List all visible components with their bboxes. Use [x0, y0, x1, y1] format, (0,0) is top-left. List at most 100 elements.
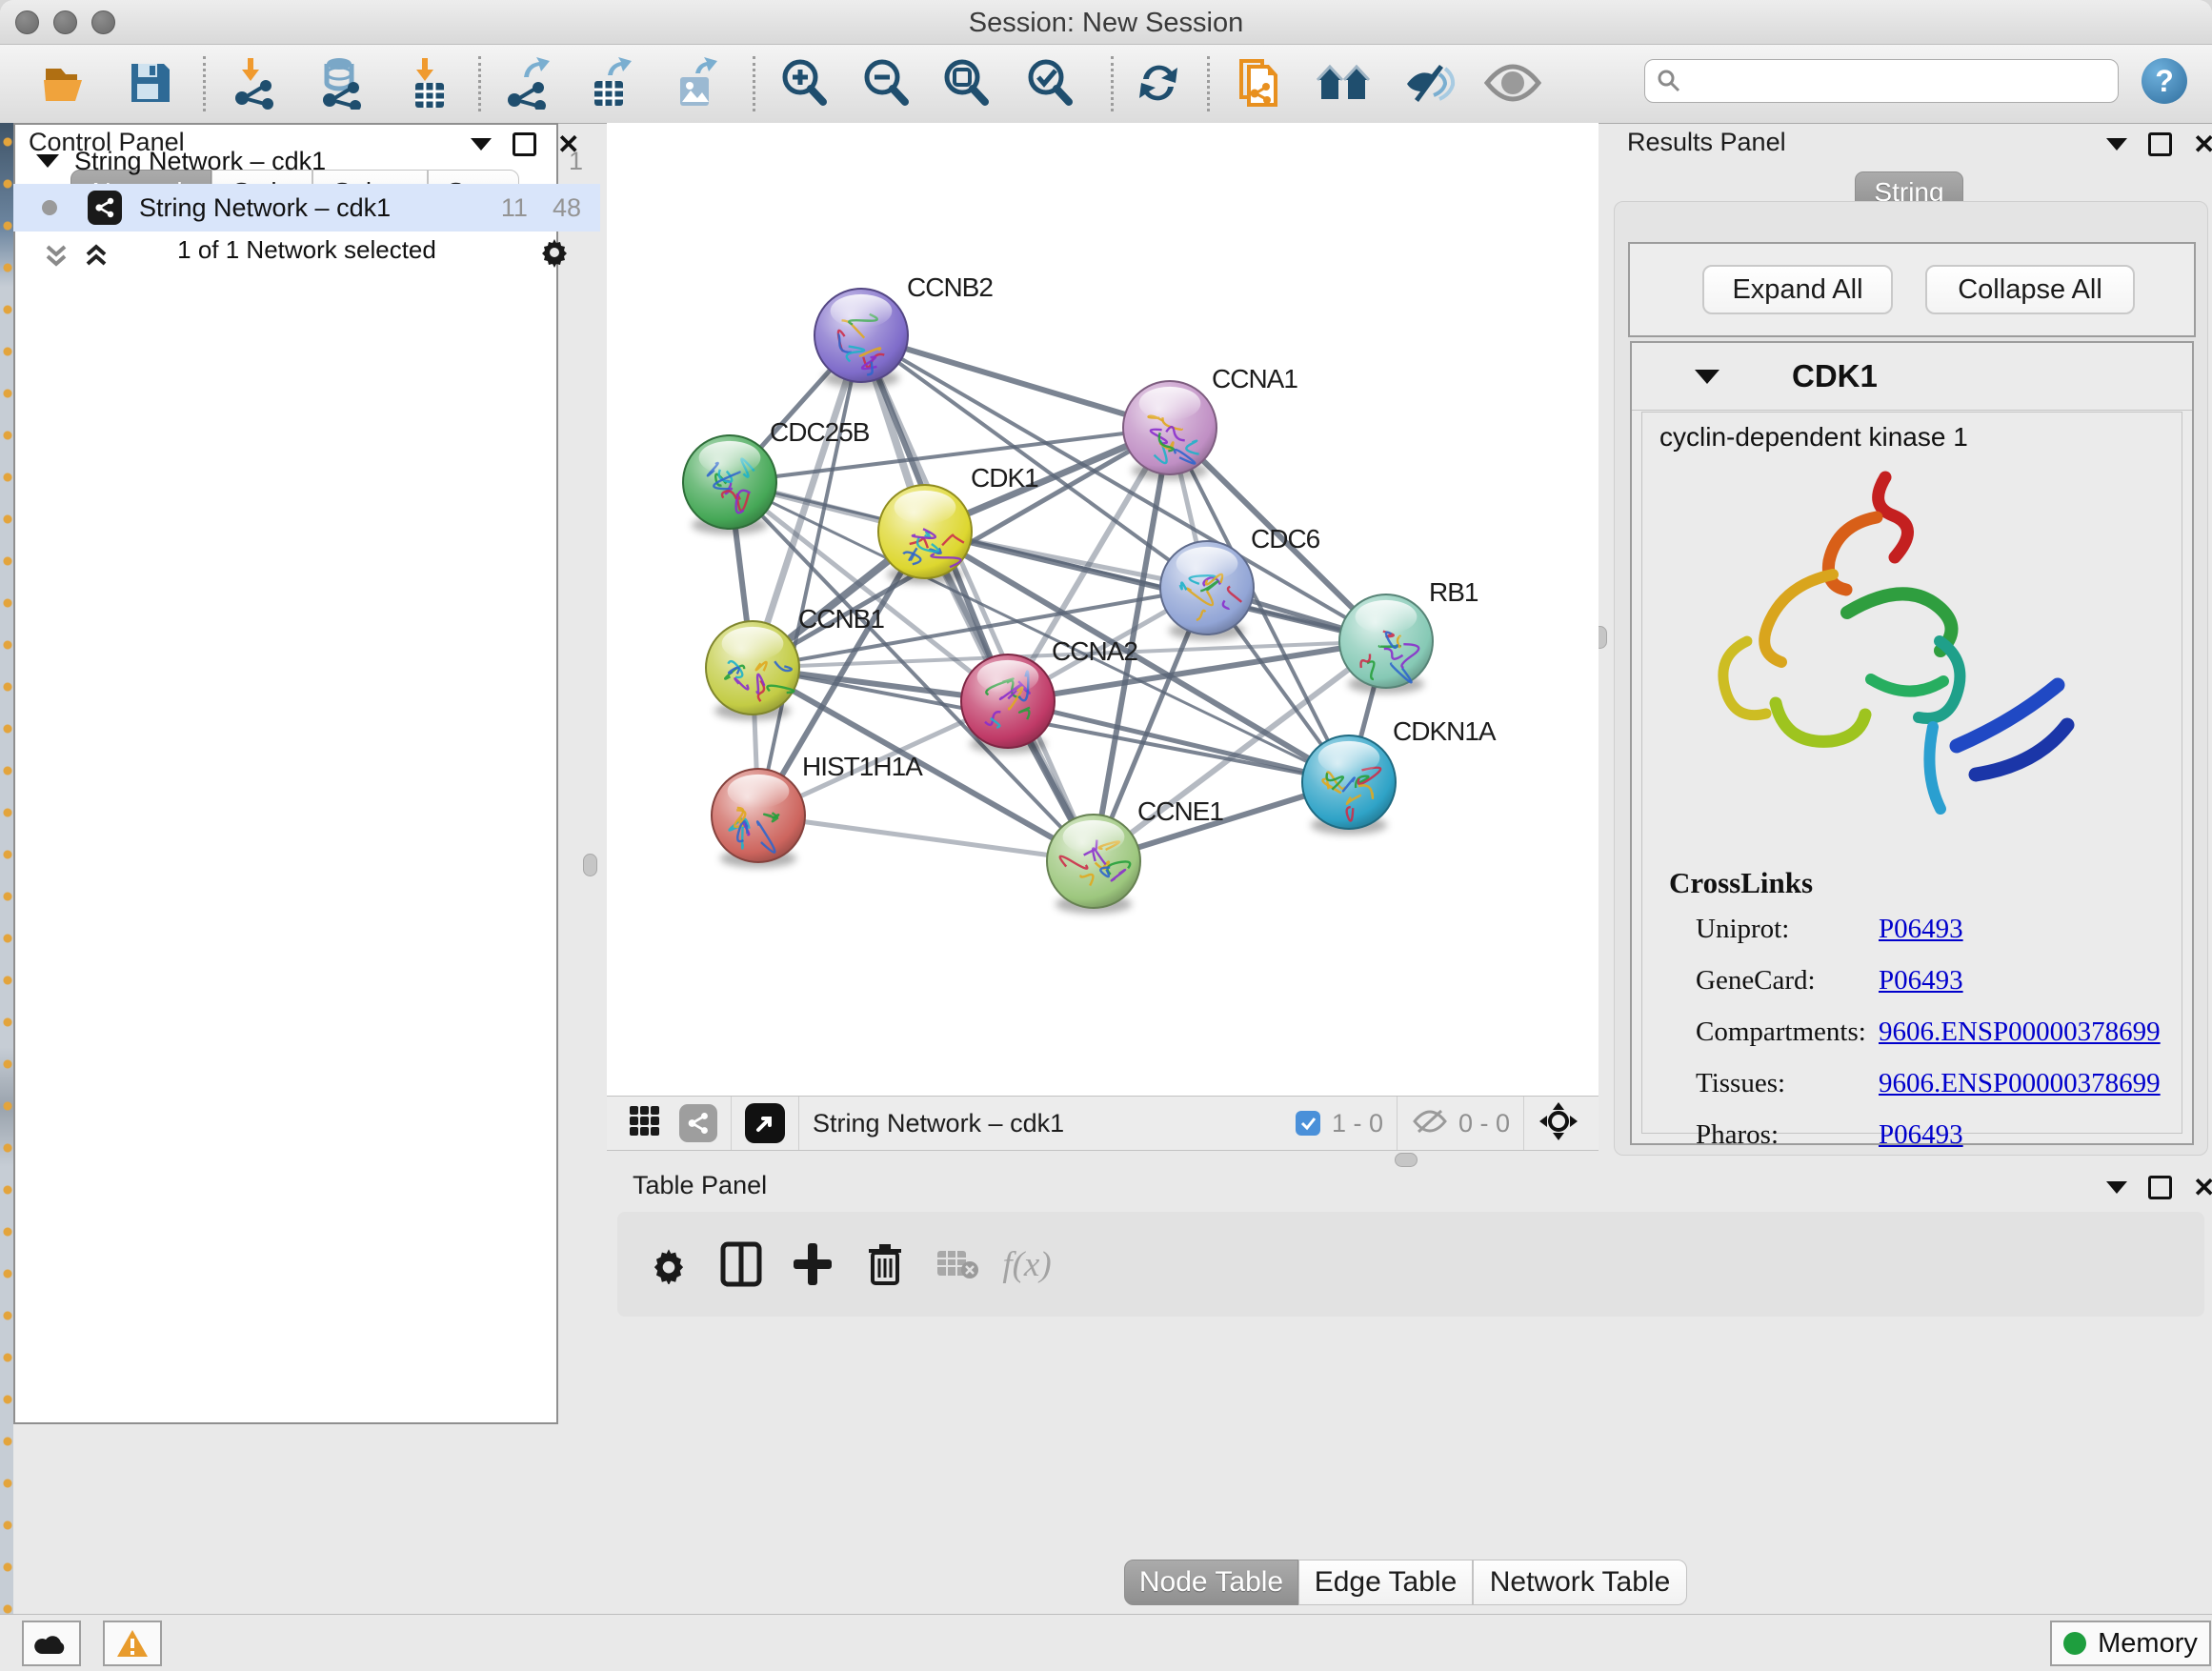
search-icon [1657, 69, 1681, 93]
save-session-icon[interactable] [120, 52, 181, 113]
network-node-label: RB1 [1429, 577, 1478, 607]
main-toolbar: ? [0, 45, 2212, 124]
selected-checkbox-icon[interactable] [1296, 1111, 1320, 1136]
warning-status-button[interactable] [103, 1621, 162, 1666]
network-node-CDK1[interactable]: CDK1 [878, 463, 1038, 584]
warning-icon [116, 1629, 149, 1658]
tab-node-table[interactable]: Node Table [1124, 1560, 1298, 1605]
hidden-eye-icon[interactable] [1411, 1107, 1449, 1140]
memory-status-icon [2063, 1632, 2086, 1655]
add-column-icon[interactable] [782, 1234, 843, 1295]
crosslink-genecard-link[interactable]: P06493 [1879, 965, 1963, 997]
import-network-database-icon[interactable] [311, 52, 372, 113]
network-node-label: CDK1 [971, 463, 1038, 493]
string-home-icon[interactable] [1313, 52, 1374, 113]
search-field[interactable] [1644, 59, 2119, 103]
zoom-fit-icon[interactable] [935, 52, 996, 113]
panel-menu-icon[interactable] [2106, 138, 2127, 151]
network-node-label: CDKN1A [1393, 716, 1497, 746]
network-node-label: CDC6 [1251, 524, 1320, 554]
network-node-label: CCNE1 [1137, 796, 1223, 826]
pan-crosshair-icon[interactable] [1538, 1100, 1579, 1147]
table-settings-gear-icon[interactable] [638, 1234, 699, 1295]
tab-edge-table[interactable]: Edge Table [1298, 1560, 1473, 1605]
status-separator [1523, 1097, 1524, 1150]
import-network-file-icon[interactable] [227, 52, 288, 113]
export-image-icon[interactable] [667, 52, 728, 113]
network-edge-count: 48 [553, 193, 581, 223]
delete-column-trash-icon[interactable] [855, 1234, 915, 1295]
network-node-label: CCNA1 [1212, 364, 1297, 393]
protein-card-header[interactable]: CDK1 [1632, 343, 2192, 411]
crosslink-uniprot-link[interactable]: P06493 [1879, 914, 1963, 945]
open-session-icon[interactable] [36, 52, 97, 113]
birds-eye-view-icon[interactable] [628, 1104, 662, 1143]
string-network-icon [88, 191, 122, 225]
protein-structure-image [1690, 460, 2100, 841]
crosslink-label: Compartments: [1696, 1017, 1866, 1048]
refresh-network-icon[interactable] [1128, 52, 1189, 113]
zoom-in-icon[interactable] [774, 52, 835, 113]
crosslink-label: Uniprot: [1696, 914, 1789, 945]
export-network-icon[interactable] [499, 52, 560, 113]
network-node-CDC6[interactable]: CDC6 [1160, 524, 1320, 640]
network-node-RB1[interactable]: RB1 [1339, 577, 1478, 694]
network-options-gear-icon[interactable] [535, 233, 573, 276]
current-network-name: String Network – cdk1 [813, 1109, 1064, 1138]
help-icon[interactable]: ? [2142, 58, 2187, 104]
bottom-status-bar: Memory [0, 1614, 2212, 1671]
memory-button[interactable]: Memory [2050, 1621, 2211, 1666]
panel-float-icon[interactable] [2148, 132, 2172, 156]
panel-float-icon[interactable] [2148, 1176, 2172, 1199]
network-node-CDKN1A[interactable]: CDKN1A [1302, 716, 1497, 835]
network-label: String Network – cdk1 [139, 193, 391, 223]
cloud-status-button[interactable] [22, 1621, 81, 1666]
crosslink-label: GeneCard: [1696, 965, 1816, 997]
network-node-HIST1H1A[interactable]: HIST1H1A [712, 752, 923, 868]
network-row[interactable]: String Network – cdk1 11 48 [13, 184, 600, 232]
results-panel: Results Panel ✕ String Expand All Collap… [1606, 123, 2212, 1164]
zoom-selected-icon[interactable] [1019, 52, 1080, 113]
hide-graphics-details-icon[interactable] [1398, 52, 1459, 113]
network-collection-row[interactable]: String Network – cdk1 1 [13, 138, 600, 184]
panel-close-icon[interactable]: ✕ [2193, 135, 2212, 154]
crosslink-compartments-link[interactable]: 9606.ENSP00000378699 [1879, 1017, 2161, 1048]
panel-menu-icon[interactable] [2106, 1181, 2127, 1194]
network-selection-summary: 1 of 1 Network selected [13, 235, 600, 265]
network-canvas[interactable]: CCNB2CCNA1CDC25BCDK1CDC6RB1CCNB1CCNA2CDK… [607, 123, 1599, 1096]
table-panel-title: Table Panel [633, 1171, 767, 1200]
split-table-icon[interactable] [711, 1234, 772, 1295]
protein-collapse-icon[interactable] [1695, 370, 1719, 384]
function-builder-icon: f(x) [996, 1234, 1057, 1295]
network-node-CCNA1[interactable]: CCNA1 [1123, 364, 1297, 480]
status-separator [1397, 1097, 1398, 1150]
table-panel-divider-handle[interactable] [1395, 1153, 1418, 1167]
collapse-all-button[interactable]: Collapse All [1925, 265, 2135, 314]
network-node-label: CDC25B [770, 417, 870, 447]
string-panel-icon[interactable] [679, 1104, 717, 1142]
expand-all-button[interactable]: Expand All [1702, 265, 1893, 314]
export-table-icon[interactable] [581, 52, 642, 113]
zoom-out-icon[interactable] [855, 52, 916, 113]
control-panel-divider-handle[interactable] [583, 854, 597, 876]
window-title: Session: New Session [0, 8, 2212, 39]
cytoscape-window: Session: New Session [0, 0, 2212, 1671]
expand-collapse-bar: Expand All Collapse All [1628, 242, 2196, 337]
panel-close-icon[interactable]: ✕ [2193, 1178, 2212, 1198]
tab-network-table[interactable]: Network Table [1473, 1560, 1687, 1605]
selected-counts: 1 - 0 [1332, 1109, 1383, 1138]
protein-name: CDK1 [1792, 358, 1878, 394]
table-panel: Table Panel ✕ f(x) [607, 1166, 2212, 1614]
open-in-window-icon[interactable] [745, 1103, 785, 1143]
import-string-network-icon[interactable] [1231, 52, 1292, 113]
crosslink-pharos-link[interactable]: P06493 [1879, 1119, 1963, 1151]
network-node-label: CCNB1 [798, 604, 884, 634]
network-node-CCNB2[interactable]: CCNB2 [814, 272, 993, 388]
crosslink-tissues-link[interactable]: 9606.ENSP00000378699 [1879, 1068, 2161, 1099]
crosslinks-title: CrossLinks [1669, 866, 1813, 900]
collection-expand-icon[interactable] [36, 154, 59, 168]
toolbar-separator [203, 56, 206, 111]
memory-label: Memory [2098, 1628, 2198, 1660]
import-table-file-icon[interactable] [400, 52, 461, 113]
network-node-label: CCNB2 [907, 272, 993, 302]
